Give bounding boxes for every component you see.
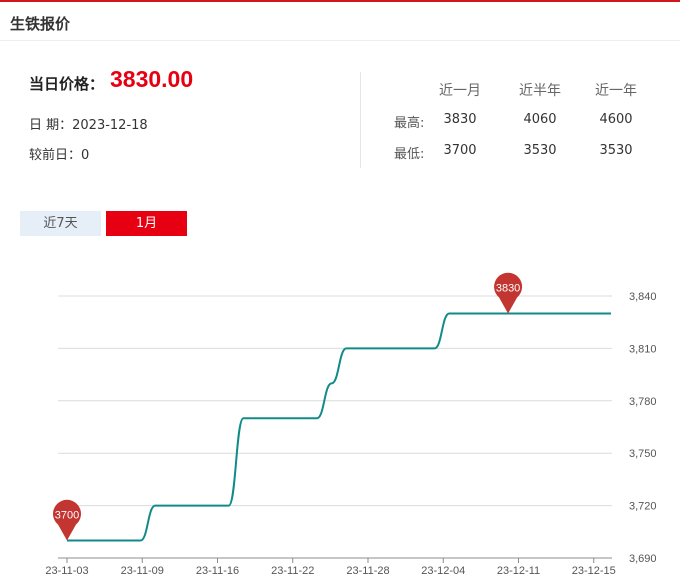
x-tick-label: 23-11-09 [121,565,164,577]
x-tick-label: 23-12-04 [421,565,465,577]
y-tick-label: 3,780 [629,396,657,408]
stats-label-high: 最高: [394,116,425,131]
pin-label: 3700 [55,510,79,522]
change-line: 较前日：0 [29,148,90,163]
x-tick-label: 23-11-03 [45,565,88,577]
value-pin-marker: 3700 [53,499,81,541]
y-tick-label: 3,720 [629,501,657,513]
stats-row-high: 最高: 3830 4060 4600 [380,112,670,134]
panel-header: 生铁报价 [0,2,680,41]
pin-label: 3830 [496,282,520,294]
stats-header-month: 近一月 [439,83,481,99]
current-price-label: 当日价格： [29,75,105,93]
stats-high-year: 4600 [599,112,633,127]
stats-row-low: 最低: 3700 3530 3530 [380,143,670,165]
stats-header-year: 近一年 [595,83,637,99]
stats-divider [360,72,361,168]
y-tick-label: 3,690 [629,553,657,565]
stats-header-halfyear: 近半年 [519,83,561,99]
stats-high-month: 3830 [443,112,477,127]
stats-low-halfyear: 3530 [523,143,557,158]
price-series-line [67,312,611,542]
tab-7-days[interactable]: 近7天 [20,211,101,236]
x-tick-label: 23-12-11 [497,565,540,577]
y-tick-label: 3,750 [629,448,657,460]
value-pin-marker: 3830 [494,272,523,314]
x-tick-label: 23-11-28 [346,565,389,577]
panel-title: 生铁报价 [10,15,71,33]
price-line-chart: 3,690 3,720 3,750 3,780 3,810 3,840 23-11-03 23… [45,272,657,577]
stats-low-month: 3700 [443,143,477,158]
current-price-value: 3830.00 [110,66,194,92]
stats-header-row: 近一月 近半年 近一年 [380,80,670,102]
x-tick-label: 23-12-15 [572,565,616,577]
stats-high-halfyear: 4060 [523,112,557,127]
date-line: 日 期：2023-12-18 [29,118,148,133]
x-tick-label: 23-11-16 [196,565,239,577]
x-tick-label: 23-11-22 [271,565,314,577]
y-tick-label: 3,810 [629,343,657,355]
stats-low-year: 3530 [599,143,633,158]
y-tick-label: 3,840 [629,291,657,303]
stats-label-low: 最低: [394,147,425,162]
tab-1-month[interactable]: 1月 [106,211,187,236]
